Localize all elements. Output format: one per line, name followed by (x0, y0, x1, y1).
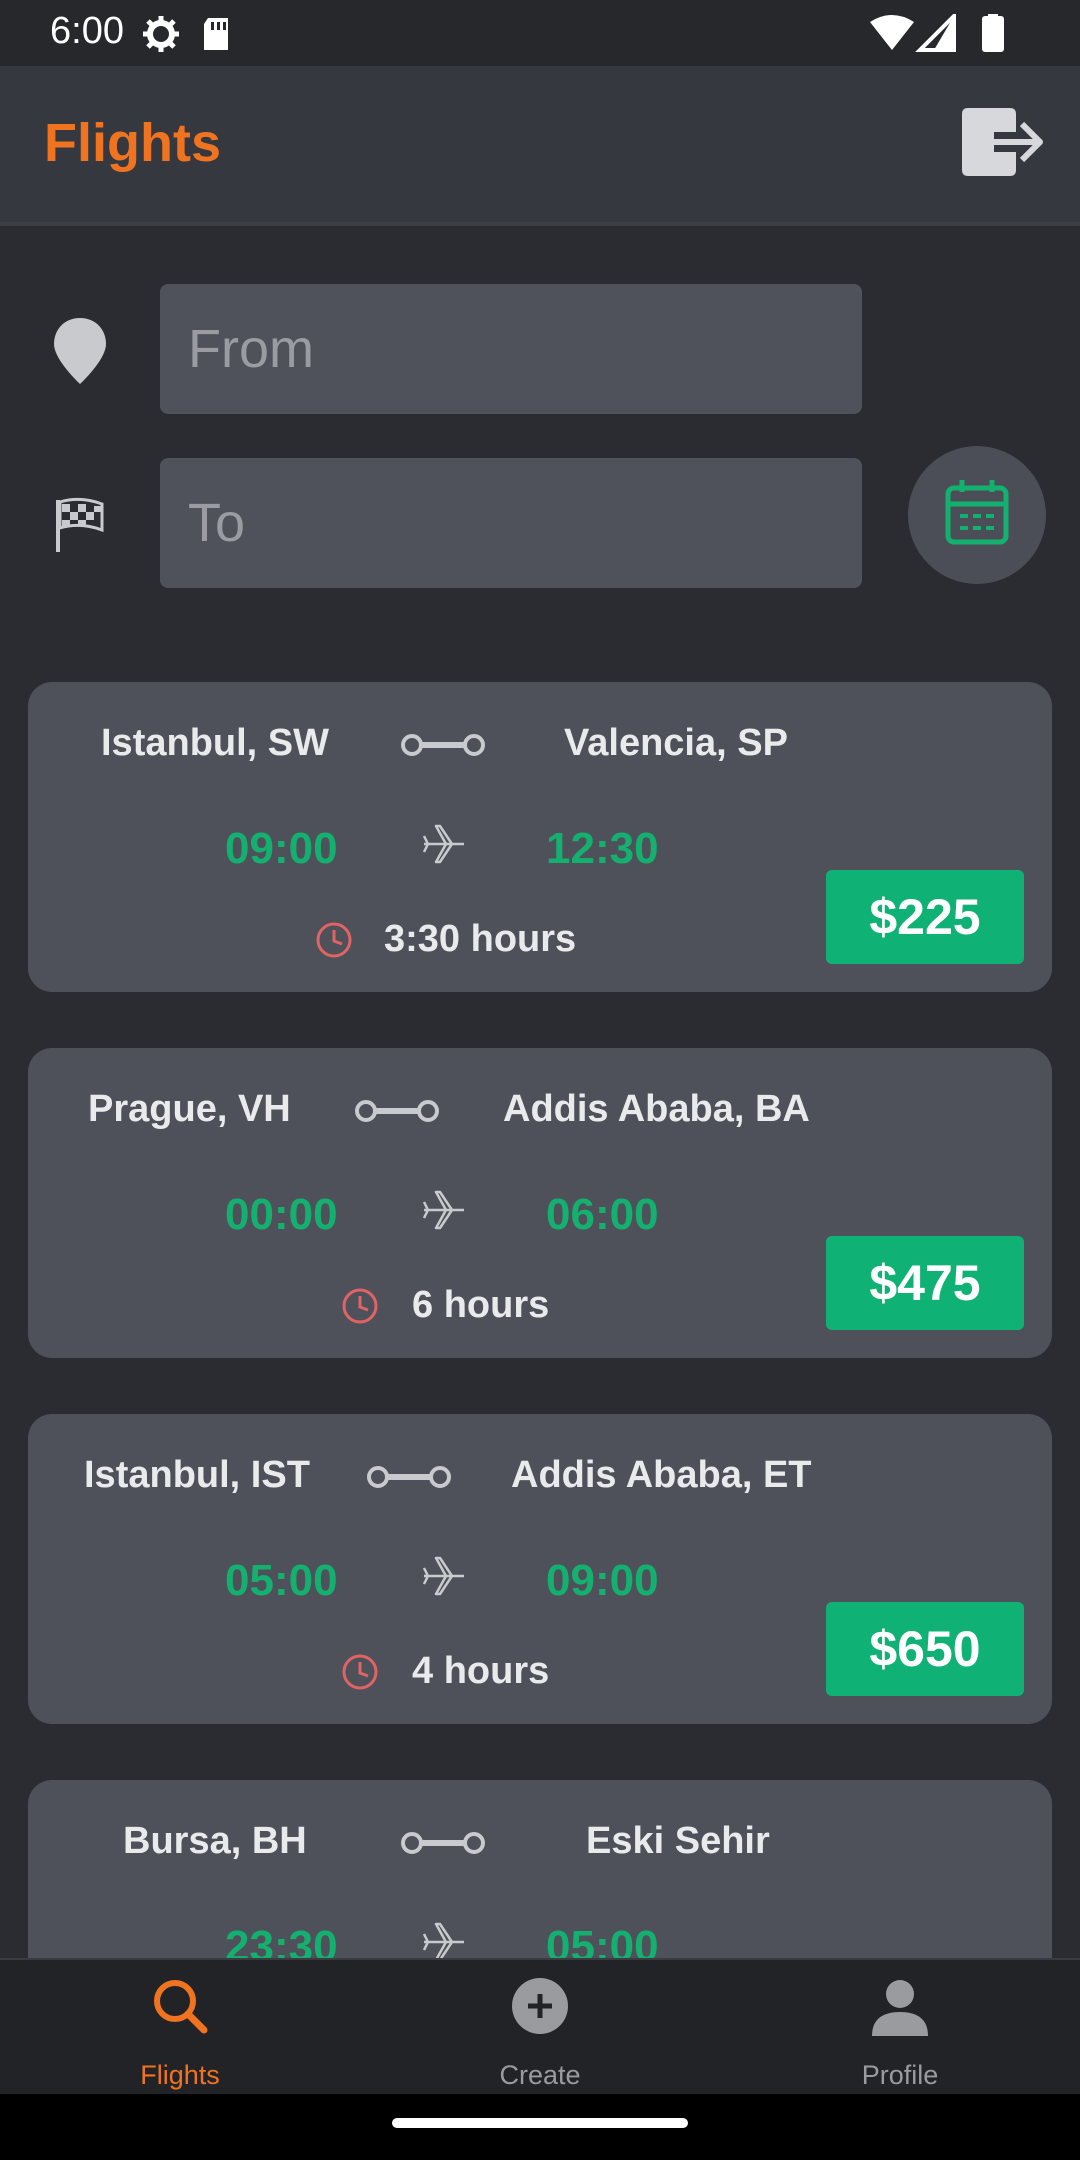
arrival-city: Eski Sehir (586, 1820, 770, 1862)
route-icon (367, 1466, 451, 1488)
settings-icon (143, 16, 228, 52)
status-time: 6:00 (50, 10, 124, 52)
gesture-navigation-bar (0, 2094, 1080, 2160)
departure-city: Bursa, BH (123, 1820, 307, 1862)
nav-create[interactable]: Create (440, 1960, 640, 2096)
from-input[interactable] (160, 284, 862, 414)
price-button[interactable]: $650 (826, 1602, 1024, 1696)
plane-icon (422, 824, 464, 864)
to-input[interactable] (160, 458, 862, 588)
bottom-navigation: Flights Create Profile (0, 1958, 1080, 2096)
flight-card[interactable]: Bursa, BH Eski Sehir 23:30 05:00 (28, 1780, 1052, 1958)
departure-time: 23:30 (225, 1922, 338, 1958)
logout-button[interactable] (960, 104, 1046, 180)
clock-icon (342, 1288, 378, 1324)
app-bar: Flights (0, 66, 1080, 226)
arrival-city: Valencia, SP (564, 722, 788, 764)
search-icon (154, 1980, 208, 2034)
nav-label: Profile (861, 2060, 939, 2090)
route-icon (401, 734, 485, 756)
flight-duration: 3:30 hours (384, 918, 577, 960)
flight-card[interactable]: Istanbul, SW Valencia, SP 09:00 12:30 3:… (28, 682, 1052, 992)
route-icon (355, 1100, 439, 1122)
logout-icon (962, 108, 1043, 176)
person-icon (872, 1980, 928, 2036)
plane-icon (422, 1190, 464, 1230)
wifi-signal-battery-icon (870, 11, 1004, 52)
location-pin-icon (50, 316, 110, 386)
departure-time: 00:00 (225, 1190, 338, 1239)
arrival-time: 12:30 (546, 824, 659, 873)
status-notification-icons (140, 14, 250, 59)
home-handle[interactable] (392, 2118, 688, 2128)
route-icon (401, 1832, 485, 1854)
status-bar: 6:00 (0, 0, 1080, 66)
status-system-icons (870, 11, 1010, 59)
plus-circle-icon (512, 1978, 568, 2034)
calendar-button[interactable] (908, 446, 1046, 584)
price-button[interactable]: $225 (826, 870, 1024, 964)
flight-card[interactable]: Prague, VH Addis Ababa, BA 00:00 06:00 6… (28, 1048, 1052, 1358)
flight-duration: 4 hours (412, 1650, 550, 1692)
departure-city: Istanbul, SW (101, 722, 329, 764)
arrival-time: 05:00 (546, 1922, 659, 1958)
calendar-icon (945, 480, 1009, 545)
arrival-time: 09:00 (546, 1556, 659, 1605)
departure-city: Istanbul, IST (84, 1454, 310, 1496)
plane-icon (422, 1922, 464, 1958)
flight-card[interactable]: Istanbul, IST Addis Ababa, ET 05:00 09:0… (28, 1414, 1052, 1724)
clock-icon (316, 922, 352, 958)
nav-flights[interactable]: Flights (80, 1960, 280, 2096)
nav-label: Create (499, 2060, 581, 2090)
checkered-flag-icon (50, 494, 110, 564)
departure-time: 05:00 (225, 1556, 338, 1605)
departure-time: 09:00 (225, 824, 338, 873)
nav-label: Flights (140, 2060, 220, 2090)
nav-profile[interactable]: Profile (800, 1960, 1000, 2096)
clock-icon (342, 1654, 378, 1690)
flight-duration: 6 hours (412, 1284, 550, 1326)
price-button[interactable]: $475 (826, 1236, 1024, 1330)
page-title: Flights (44, 113, 221, 173)
arrival-city: Addis Ababa, BA (503, 1088, 810, 1130)
departure-city: Prague, VH (88, 1088, 291, 1130)
arrival-time: 06:00 (546, 1190, 659, 1239)
plane-icon (422, 1556, 464, 1596)
arrival-city: Addis Ababa, ET (511, 1454, 812, 1496)
